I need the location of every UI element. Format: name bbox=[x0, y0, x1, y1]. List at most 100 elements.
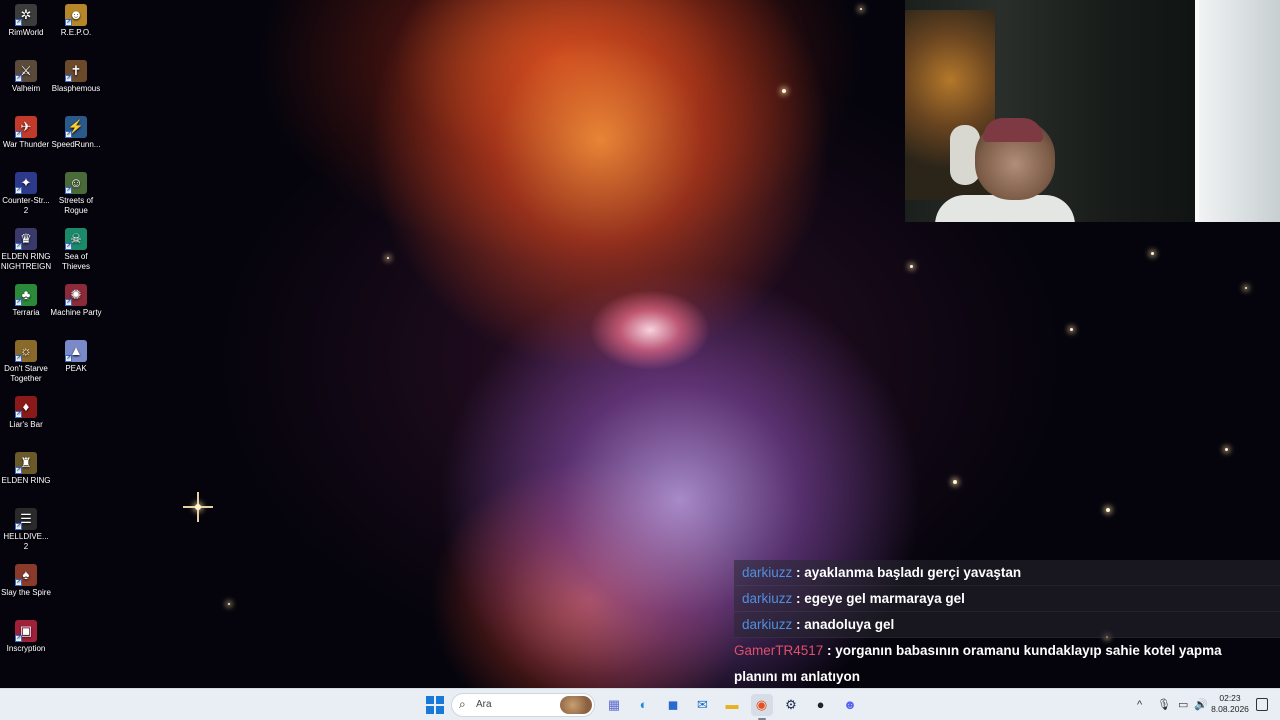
shortcut-arrow-icon: ↗ bbox=[65, 19, 72, 26]
discord-app-button[interactable]: ☻ bbox=[839, 694, 861, 716]
star bbox=[195, 504, 201, 510]
desktop-shortcut[interactable]: ▲ ↗ PEAK bbox=[50, 336, 102, 374]
star bbox=[910, 265, 913, 268]
chat-text: : yorganın babasının oramanu kundaklayıp… bbox=[823, 643, 1222, 658]
store-app-icon: ◼ bbox=[667, 697, 679, 712]
obs-app-button[interactable]: ● bbox=[810, 694, 832, 716]
clock-time: 02:23 bbox=[1219, 693, 1241, 703]
widgets-app-button[interactable]: ▦ bbox=[603, 694, 625, 716]
chat-message: darkiuzz : anadoluya gel bbox=[734, 612, 1280, 638]
star bbox=[782, 89, 786, 93]
desktop-shortcut[interactable]: ⚔ ↗ Valheim bbox=[0, 56, 52, 94]
star bbox=[860, 8, 862, 10]
shortcut-arrow-icon: ↗ bbox=[15, 299, 22, 306]
start-button[interactable] bbox=[424, 694, 446, 716]
sea-of-thieves-icon: ☠ ↗ bbox=[65, 228, 87, 250]
peak-icon: ▲ ↗ bbox=[65, 340, 87, 362]
outlook-app-icon: ✉ bbox=[697, 697, 708, 712]
desktop-shortcut[interactable]: ✈ ↗ War Thunder bbox=[0, 112, 52, 150]
helldivers-icon: ☰ ↗ bbox=[15, 508, 37, 530]
star bbox=[387, 257, 389, 259]
desktop-shortcut[interactable]: ☼ ↗ Don't Starve Together bbox=[0, 336, 52, 384]
shortcut-arrow-icon: ↗ bbox=[15, 243, 22, 250]
desktop-shortcut-label: Valheim bbox=[11, 84, 41, 93]
desktop-shortcut[interactable]: ♠ ↗ Slay the Spire bbox=[0, 560, 52, 598]
desktop-shortcut-label: SpeedRunn... bbox=[51, 140, 101, 149]
desktop-shortcut-label: RimWorld bbox=[8, 28, 44, 37]
star bbox=[1070, 328, 1073, 331]
star bbox=[1225, 448, 1228, 451]
desktop-shortcut[interactable]: ♜ ↗ ELDEN RING bbox=[0, 448, 52, 486]
firefox-app-icon: ◉ bbox=[755, 697, 768, 712]
shortcut-arrow-icon: ↗ bbox=[15, 411, 22, 418]
discord-app-icon: ☻ bbox=[843, 697, 857, 712]
desktop-shortcut-label: PEAK bbox=[65, 364, 87, 373]
chat-message-continuation: planını mı anlatıyon bbox=[734, 664, 1280, 690]
edge-app-icon: ◐ bbox=[639, 697, 648, 712]
desktop-shortcut[interactable]: ♣ ↗ Terraria bbox=[0, 280, 52, 318]
desktop-shortcut-label: Machine Party bbox=[50, 308, 102, 317]
network-icon[interactable]: ▭ bbox=[1178, 689, 1188, 720]
steam-app-button[interactable]: ⚙ bbox=[780, 694, 802, 716]
desktop-shortcut[interactable]: ⚡ ↗ SpeedRunn... bbox=[50, 112, 102, 150]
search-highlight-image bbox=[560, 696, 592, 714]
chat-message: GamerTR4517 : yorganın babasının oramanu… bbox=[734, 638, 1280, 664]
star bbox=[1151, 252, 1154, 255]
clock-date: 8.08.2026 bbox=[1211, 704, 1249, 714]
desktop-shortcut-label: Blasphemous bbox=[51, 84, 101, 93]
slay-the-spire-icon: ♠ ↗ bbox=[15, 564, 37, 586]
desktop-shortcut[interactable]: ♛ ↗ ELDEN RING NIGHTREIGN bbox=[0, 224, 52, 272]
taskbar-clock[interactable]: 02:23 8.08.2026 bbox=[1210, 693, 1250, 715]
stream-chat-overlay: darkiuzz : ayaklanma başladı gerçi yavaş… bbox=[734, 560, 1280, 690]
steam-app-icon: ⚙ bbox=[785, 697, 797, 712]
desktop-shortcut[interactable]: ✦ ↗ Counter-Str... 2 bbox=[0, 168, 52, 216]
chat-username: darkiuzz bbox=[742, 565, 793, 580]
taskbar-search[interactable]: ⌕ Ara bbox=[451, 693, 595, 717]
edge-app-button[interactable]: ◐ bbox=[633, 694, 655, 716]
show-hidden-icons-button[interactable]: ^ bbox=[1137, 689, 1142, 720]
blasphemous-icon: ✝ ↗ bbox=[65, 60, 87, 82]
volume-icon[interactable]: 🔊 bbox=[1194, 689, 1208, 720]
chat-text: : anadoluya gel bbox=[792, 617, 895, 632]
speedrunners-icon: ⚡ ↗ bbox=[65, 116, 87, 138]
shortcut-arrow-icon: ↗ bbox=[15, 635, 22, 642]
desktop-shortcut[interactable]: ▣ ↗ Inscryption bbox=[0, 616, 52, 654]
widgets-app-icon: ▦ bbox=[607, 697, 621, 712]
desktop-shortcut[interactable]: ✺ ↗ Machine Party bbox=[50, 280, 102, 318]
desktop-shortcut[interactable]: ☰ ↗ HELLDIVE... 2 bbox=[0, 504, 52, 552]
desktop-shortcut[interactable]: ☻ ↗ R.E.P.O. bbox=[50, 0, 102, 38]
chat-message: darkiuzz : egeye gel marmaraya gel bbox=[734, 586, 1280, 612]
door bbox=[1195, 0, 1280, 222]
desktop-shortcut[interactable]: ✝ ↗ Blasphemous bbox=[50, 56, 102, 94]
chat-message: darkiuzz : ayaklanma başladı gerçi yavaş… bbox=[734, 560, 1280, 586]
shortcut-arrow-icon: ↗ bbox=[65, 299, 72, 306]
shortcut-arrow-icon: ↗ bbox=[15, 467, 22, 474]
inscryption-icon: ▣ ↗ bbox=[15, 620, 37, 642]
search-placeholder: Ara bbox=[476, 699, 492, 710]
desktop-shortcut[interactable]: ♦ ↗ Liar's Bar bbox=[0, 392, 52, 430]
store-app-button[interactable]: ◼ bbox=[662, 694, 684, 716]
shortcut-arrow-icon: ↗ bbox=[15, 523, 22, 530]
streamer-cap bbox=[983, 118, 1043, 142]
shortcut-arrow-icon: ↗ bbox=[15, 19, 22, 26]
explorer-app-button[interactable]: ▬ bbox=[721, 694, 743, 716]
desktop-shortcut[interactable]: ☠ ↗ Sea of Thieves bbox=[50, 224, 102, 272]
shortcut-arrow-icon: ↗ bbox=[15, 187, 22, 194]
notification-bell-icon[interactable] bbox=[1256, 698, 1268, 711]
webcam-overlay bbox=[905, 0, 1280, 222]
desktop-shortcut-label: R.E.P.O. bbox=[60, 28, 92, 37]
obs-app-icon: ● bbox=[816, 697, 825, 712]
desktop-shortcut-label: Don't Starve Together bbox=[4, 364, 48, 383]
desktop-shortcut[interactable]: ✲ ↗ RimWorld bbox=[0, 0, 52, 38]
firefox-app-button[interactable]: ◉ bbox=[750, 694, 773, 720]
search-icon: ⌕ bbox=[459, 697, 466, 711]
counter-strike-icon: ✦ ↗ bbox=[15, 172, 37, 194]
shortcut-arrow-icon: ↗ bbox=[15, 355, 22, 362]
desktop-shortcut[interactable]: ☺ ↗ Streets of Rogue bbox=[50, 168, 102, 216]
shortcut-arrow-icon: ↗ bbox=[15, 579, 22, 586]
outlook-app-button[interactable]: ✉ bbox=[692, 694, 714, 716]
desktop-shortcut-label: ELDEN RING NIGHTREIGN bbox=[0, 252, 52, 271]
star bbox=[228, 603, 230, 605]
liars-bar-icon: ♦ ↗ bbox=[15, 396, 37, 418]
microphone-icon[interactable]: 🎙 bbox=[1157, 689, 1171, 720]
